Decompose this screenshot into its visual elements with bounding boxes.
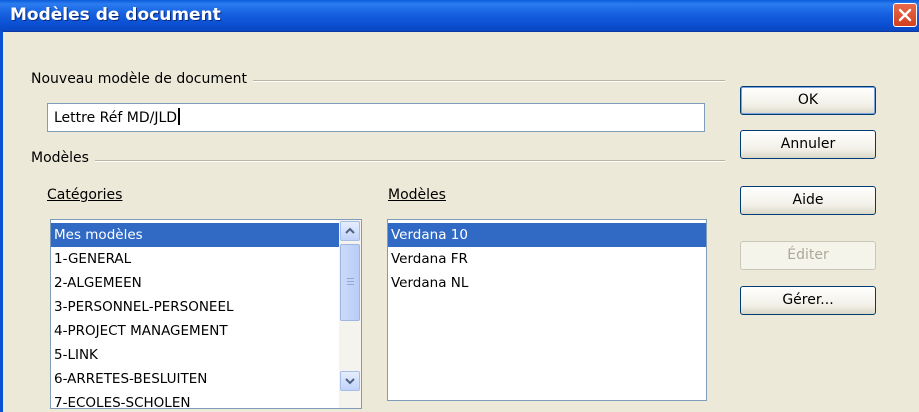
help-button[interactable]: Aide — [740, 186, 876, 215]
scroll-grip-line — [347, 284, 354, 285]
edit-button[interactable]: Éditer — [740, 241, 876, 270]
category-item[interactable]: 4-PROJECT MANAGEMENT — [51, 319, 339, 343]
text-caret — [178, 108, 181, 125]
scroll-grip-icon — [347, 278, 354, 279]
scroll-grip-line — [347, 281, 354, 282]
template-item[interactable]: Verdana FR — [388, 247, 706, 271]
template-name-input[interactable]: Lettre Réf MD/JLD — [47, 103, 705, 132]
title-bar: Modèles de document — [0, 0, 919, 32]
template-name-value: Lettre Réf MD/JLD — [54, 110, 178, 126]
window-frame — [0, 31, 3, 412]
close-icon — [898, 8, 912, 22]
separator-templates — [30, 160, 725, 162]
category-item[interactable]: Mes modèles — [51, 223, 339, 247]
category-item[interactable]: 2-ALGEMEEN — [51, 271, 339, 295]
scroll-up-icon — [345, 227, 355, 234]
scroll-down-icon — [345, 378, 355, 385]
category-item[interactable]: 1-GENERAL — [51, 247, 339, 271]
categories-label: Catégories — [47, 187, 123, 203]
categories-scrollbar[interactable] — [339, 220, 361, 408]
category-item[interactable]: 5-LINK — [51, 343, 339, 367]
ok-button[interactable]: OK — [740, 86, 876, 115]
categories-list[interactable]: Mes modèles 1-GENERAL 2-ALGEMEEN 3-PERSONNE… — [50, 219, 362, 409]
templates-list[interactable]: Verdana 10 Verdana FR Verdana NL — [387, 219, 707, 401]
scroll-thumb[interactable] — [340, 244, 360, 321]
window-title: Modèles de document — [10, 5, 221, 25]
scroll-up-button[interactable] — [340, 221, 360, 241]
category-item[interactable]: 7-ECOLES-SCHOLEN — [51, 391, 339, 408]
manage-button[interactable]: Gérer... — [740, 286, 876, 315]
cancel-button[interactable]: Annuler — [740, 130, 876, 159]
category-item[interactable]: 6-ARRETES-BESLUITEN — [51, 367, 339, 391]
scroll-down-button[interactable] — [340, 371, 360, 391]
template-item[interactable]: Verdana 10 — [388, 223, 706, 247]
templates-group-label: Modèles — [31, 150, 95, 166]
templates-label: Modèles — [388, 187, 446, 203]
new-template-group-label: Nouveau modèle de document — [31, 71, 253, 87]
close-button[interactable] — [893, 3, 917, 27]
template-item[interactable]: Verdana NL — [388, 271, 706, 295]
category-item[interactable]: 3-PERSONNEL-PERSONEEL — [51, 295, 339, 319]
